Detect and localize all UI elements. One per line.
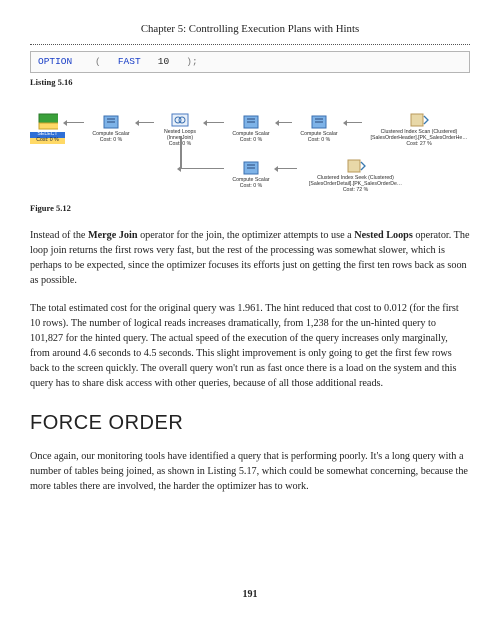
node-compute-scalar-1: Compute Scalar Cost: 0 %: [85, 113, 137, 144]
node-clustered-index-seek: Clustered Index Seek (Clustered) [SalesO…: [298, 157, 413, 194]
keyword-option: OPTION: [38, 56, 72, 67]
arrow: [346, 122, 362, 124]
paren-open: (: [95, 56, 101, 67]
chapter-title: Chapter 5: Controlling Execution Plans w…: [30, 22, 470, 38]
compute-scalar-icon: [309, 113, 329, 131]
node-cik-cost: Cost: 72 %: [298, 188, 413, 194]
p1-text: Instead of the: [30, 230, 88, 241]
node-compute-scalar-4: Compute Scalar Cost: 0 %: [225, 159, 277, 190]
keyword-fast: FAST: [118, 56, 141, 67]
paren-close: );: [186, 56, 197, 67]
node-cs1-cost: Cost: 0 %: [85, 138, 137, 144]
node-cs3-cost: Cost: 0 %: [293, 138, 345, 144]
page-number: 191: [0, 588, 500, 603]
term-nested-loops: Nested Loops: [354, 230, 413, 241]
node-select: SELECT Cost: 0 %: [30, 113, 65, 144]
arrow: [278, 122, 292, 124]
execution-plan-diagram: SELECT Cost: 0 % Compute Scalar Cost: 0 …: [30, 101, 470, 196]
section-heading-force-order: FORCE ORDER: [30, 409, 470, 439]
paragraph-2: The total estimated cost for the origina…: [30, 301, 470, 392]
listing-label: Listing 5.16: [30, 76, 470, 89]
node-compute-scalar-2: Compute Scalar Cost: 0 %: [225, 113, 277, 144]
code-block: OPTION ( FAST 10 );: [30, 51, 470, 73]
compute-scalar-icon: [241, 113, 261, 131]
literal-number: 10: [158, 56, 169, 67]
compute-scalar-icon: [101, 113, 121, 131]
paragraph-3: Once again, our monitoring tools have id…: [30, 449, 470, 494]
term-merge-join: Merge Join: [88, 230, 138, 241]
node-cs4-cost: Cost: 0 %: [225, 184, 277, 190]
divider: [30, 44, 470, 45]
node-cs2-cost: Cost: 0 %: [225, 138, 277, 144]
node-compute-scalar-3: Compute Scalar Cost: 0 %: [293, 113, 345, 144]
compute-scalar-icon: [241, 159, 261, 177]
index-seek-icon: [346, 157, 366, 175]
arrow: [138, 122, 154, 124]
figure-label: Figure 5.12: [30, 202, 470, 215]
select-icon: [38, 113, 58, 131]
node-cis-cost: Cost: 27 %: [363, 142, 475, 148]
node-clustered-index-scan: Clustered Index Scan (Clustered) [SalesO…: [363, 111, 475, 148]
paragraph-1: Instead of the Merge Join operator for t…: [30, 228, 470, 288]
arrow: [206, 122, 224, 124]
index-scan-icon: [409, 111, 429, 129]
node-select-cost: Cost: 0 %: [30, 138, 65, 144]
arrow: [277, 168, 297, 170]
nested-loops-icon: [170, 111, 190, 129]
p1-text: operator for the join, the optimizer att…: [138, 230, 355, 241]
arrow: [180, 168, 224, 170]
arrow: [66, 122, 84, 124]
connector: [180, 136, 182, 169]
